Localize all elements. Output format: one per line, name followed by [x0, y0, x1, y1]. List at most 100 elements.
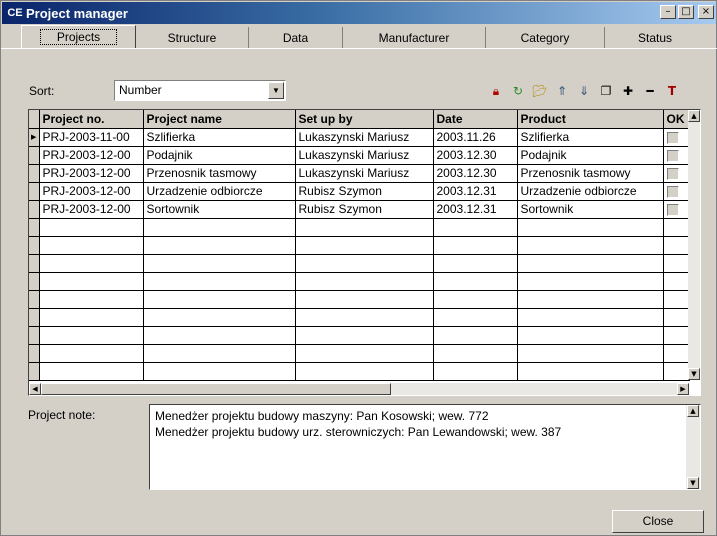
- empty-row: [29, 218, 690, 237]
- cell-ok[interactable]: [663, 146, 690, 165]
- tab-category[interactable]: Category: [486, 27, 605, 49]
- title-bar[interactable]: CE Project manager – □ ×: [2, 2, 716, 24]
- cell-project-name[interactable]: Podajnik: [143, 146, 296, 165]
- row-selector-icon[interactable]: ▶: [29, 128, 40, 147]
- ok-checkbox[interactable]: [666, 131, 679, 144]
- scroll-right-icon[interactable]: ▶: [677, 383, 689, 395]
- row-selector[interactable]: [29, 146, 40, 165]
- ok-checkbox[interactable]: [666, 203, 679, 216]
- cell-ok[interactable]: [663, 182, 690, 201]
- cell-ok[interactable]: [663, 200, 690, 219]
- tab-structure[interactable]: Structure: [136, 27, 249, 49]
- cell-ok[interactable]: [663, 164, 690, 183]
- grid-horizontal-scrollbar[interactable]: ◀ ▶: [29, 383, 689, 395]
- move-down-icon[interactable]: ⇓: [573, 81, 595, 101]
- scroll-down-icon[interactable]: ▼: [688, 368, 700, 380]
- cell-project-no[interactable]: PRJ-2003-12-00: [39, 146, 144, 165]
- tab-status[interactable]: Status: [605, 27, 705, 49]
- column-header-set-up-by[interactable]: Set up by: [295, 110, 434, 129]
- cell-project-name[interactable]: Urzadzenie odbiorcze: [143, 182, 296, 201]
- ok-checkbox[interactable]: [666, 185, 679, 198]
- column-header-product[interactable]: Product: [517, 110, 664, 129]
- scroll-up-icon[interactable]: ▲: [687, 405, 699, 417]
- remove-icon[interactable]: ━: [639, 81, 661, 101]
- copy-icon[interactable]: ❐: [595, 81, 617, 101]
- table-row[interactable]: PRJ-2003-12-00 Sortownik Rubisz Szymon 2…: [29, 200, 690, 219]
- note-vertical-scrollbar[interactable]: ▲ ▼: [686, 405, 700, 489]
- close-button[interactable]: Close: [612, 510, 704, 533]
- table-row[interactable]: ▶ PRJ-2003-11-00 Szlifierka Lukaszynski …: [29, 128, 690, 147]
- lock-icon[interactable]: 🔒︎: [485, 81, 507, 101]
- cell-product[interactable]: Podajnik: [517, 146, 664, 165]
- cell-date[interactable]: 2003.12.31: [433, 182, 518, 201]
- cell-project-name[interactable]: Szlifierka: [143, 128, 296, 147]
- scroll-up-icon[interactable]: ▲: [688, 110, 700, 122]
- cell-project-no[interactable]: PRJ-2003-12-00: [39, 200, 144, 219]
- tab-manufacturer[interactable]: Manufacturer: [343, 27, 486, 49]
- cell-product[interactable]: Urzadzenie odbiorcze: [517, 182, 664, 201]
- cell-ok[interactable]: [663, 128, 690, 147]
- row-selector[interactable]: [29, 200, 40, 219]
- ok-checkbox[interactable]: [666, 149, 679, 162]
- refresh-icon[interactable]: ↻: [507, 81, 529, 101]
- ok-checkbox[interactable]: [666, 167, 679, 180]
- open-folder-icon[interactable]: 📂︎: [529, 81, 551, 101]
- table-row[interactable]: PRJ-2003-12-00 Podajnik Lukaszynski Mari…: [29, 146, 690, 165]
- cell-product[interactable]: Sortownik: [517, 200, 664, 219]
- project-note-label: Project note:: [28, 408, 96, 422]
- cell-set-up-by[interactable]: Rubisz Szymon: [295, 182, 434, 201]
- project-note-textarea[interactable]: Menedżer projektu budowy maszyny: Pan Ko…: [149, 404, 701, 490]
- empty-row: [29, 254, 690, 273]
- sort-value: Number: [119, 83, 162, 97]
- scroll-left-icon[interactable]: ◀: [29, 383, 41, 395]
- row-selector[interactable]: [29, 164, 40, 183]
- close-window-button[interactable]: ×: [698, 5, 714, 19]
- grid-vertical-scrollbar[interactable]: ▲ ▼: [688, 110, 700, 380]
- empty-row: [29, 236, 690, 255]
- cell-project-name[interactable]: Przenosnik tasmowy: [143, 164, 296, 183]
- cell-set-up-by[interactable]: Rubisz Szymon: [295, 200, 434, 219]
- empty-row: [29, 290, 690, 309]
- cell-date[interactable]: 2003.12.31: [433, 200, 518, 219]
- cell-project-no[interactable]: PRJ-2003-11-00: [39, 128, 144, 147]
- column-header-project-no[interactable]: Project no.: [39, 110, 144, 129]
- cell-date[interactable]: 2003.12.30: [433, 146, 518, 165]
- table-row[interactable]: PRJ-2003-12-00 Przenosnik tasmowy Lukasz…: [29, 164, 690, 183]
- cell-product[interactable]: Szlifierka: [517, 128, 664, 147]
- add-icon[interactable]: ✚: [617, 81, 639, 101]
- empty-row: [29, 272, 690, 291]
- cell-date[interactable]: 2003.12.30: [433, 164, 518, 183]
- tab-bar: Projects Structure Data Manufacturer Cat…: [11, 25, 716, 49]
- tab-projects[interactable]: Projects: [21, 25, 136, 49]
- cell-project-no[interactable]: PRJ-2003-12-00: [39, 164, 144, 183]
- cell-project-no[interactable]: PRJ-2003-12-00: [39, 182, 144, 201]
- cell-product[interactable]: Przenosnik tasmowy: [517, 164, 664, 183]
- column-header-ok[interactable]: OK: [663, 110, 690, 129]
- minimize-button[interactable]: –: [660, 5, 676, 19]
- tab-data[interactable]: Data: [249, 27, 343, 49]
- projects-grid[interactable]: Project no. Project name Set up by Date …: [28, 109, 701, 396]
- table-row[interactable]: PRJ-2003-12-00 Urzadzenie odbiorcze Rubi…: [29, 182, 690, 201]
- cell-date[interactable]: 2003.11.26: [433, 128, 518, 147]
- empty-row: [29, 362, 690, 381]
- text-icon[interactable]: T: [661, 81, 683, 101]
- empty-row: [29, 326, 690, 345]
- note-line: Menedżer projektu budowy maszyny: Pan Ko…: [155, 409, 489, 423]
- move-up-icon[interactable]: ⇑: [551, 81, 573, 101]
- column-header-date[interactable]: Date: [433, 110, 518, 129]
- app-icon: CE: [7, 7, 23, 19]
- window-title: Project manager: [26, 5, 128, 21]
- scroll-down-icon[interactable]: ▼: [687, 477, 699, 489]
- column-header-project-name[interactable]: Project name: [143, 110, 296, 129]
- cell-project-name[interactable]: Sortownik: [143, 200, 296, 219]
- grid-header-row: Project no. Project name Set up by Date …: [29, 110, 690, 129]
- cell-set-up-by[interactable]: Lukaszynski Mariusz: [295, 164, 434, 183]
- maximize-button[interactable]: □: [678, 5, 694, 19]
- chevron-down-icon[interactable]: ▼: [268, 82, 284, 99]
- row-selector[interactable]: [29, 182, 40, 201]
- horizontal-scroll-thumb[interactable]: [41, 383, 391, 395]
- project-manager-window: CE Project manager – □ × Projects Struct…: [0, 0, 717, 536]
- cell-set-up-by[interactable]: Lukaszynski Mariusz: [295, 128, 434, 147]
- cell-set-up-by[interactable]: Lukaszynski Mariusz: [295, 146, 434, 165]
- sort-select[interactable]: Number ▼: [114, 80, 286, 101]
